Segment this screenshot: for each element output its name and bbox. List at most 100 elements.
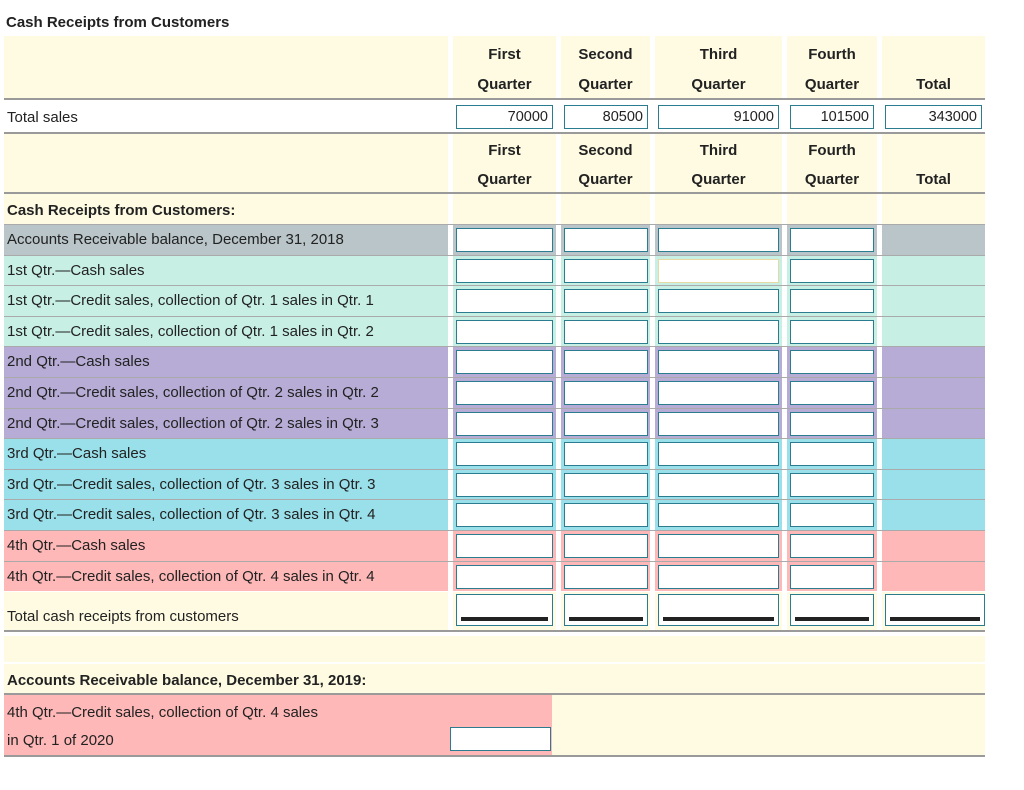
input-q3[interactable]	[658, 472, 779, 497]
input-q4[interactable]	[790, 381, 874, 405]
total-receipts-q4-input[interactable]	[790, 594, 874, 626]
row-label: 1st Qtr.—Cash sales	[7, 261, 145, 279]
input-q4[interactable]	[790, 564, 874, 589]
input-q1[interactable]	[456, 534, 553, 558]
input-q2[interactable]	[564, 319, 648, 344]
header-q4: Fourth Quarter	[804, 46, 860, 93]
input-q2[interactable]	[564, 228, 648, 252]
ar-2019-line2: in Qtr. 1 of 2020	[7, 732, 114, 749]
table-row: Accounts Receivable balance, December 31…	[4, 224, 985, 255]
table-row: 1st Qtr.—Cash sales	[4, 254, 985, 286]
input-q2[interactable]	[564, 258, 648, 283]
total-sales-q3: 91000	[658, 105, 779, 129]
input-q4[interactable]	[790, 289, 874, 314]
row-label: 3rd Qtr.—Cash sales	[7, 445, 147, 463]
input-q1[interactable]	[456, 350, 553, 375]
ar-2019-heading-row: Accounts Receivable balance, December 31…	[4, 664, 985, 694]
total-receipts-label: Total cash receipts from customers	[7, 608, 239, 625]
row-label: 3rd Qtr.—Credit sales, collection of Qtr…	[7, 475, 376, 493]
section-row: Cash Receipts from Customers:	[4, 194, 985, 224]
header-q2: Second Quarter	[578, 46, 633, 93]
section-label: Cash Receipts from Customers:	[7, 202, 236, 219]
header-q3-2: Third Quarter	[691, 142, 746, 188]
input-q3[interactable]	[658, 289, 779, 314]
total-receipts-total-input[interactable]	[885, 594, 985, 626]
input-q4[interactable]	[790, 411, 874, 436]
row-label: 4th Qtr.—Credit sales, collection of Qtr…	[7, 567, 375, 585]
row-label: 4th Qtr.—Cash sales	[7, 537, 146, 554]
input-q2[interactable]	[564, 564, 648, 589]
total-receipts-q2-input[interactable]	[564, 594, 648, 626]
input-q1[interactable]	[456, 411, 553, 436]
input-q1[interactable]	[456, 381, 553, 405]
table-row: 2nd Qtr.—Cash sales	[4, 346, 985, 377]
total-receipts-q3-input[interactable]	[658, 594, 779, 626]
page-title: Cash Receipts from Customers	[6, 14, 230, 31]
total-sales-row: Total sales 70000 80500 91000 101500 343…	[4, 102, 985, 132]
row-label: 1st Qtr.—Credit sales, collection of Qtr…	[7, 292, 374, 310]
total-sales-label: Total sales	[7, 109, 78, 126]
total-receipts-q1-input[interactable]	[456, 594, 553, 626]
header-q1: First Quarter	[477, 46, 532, 93]
table-row: 2nd Qtr.—Credit sales, collection of Qtr…	[4, 377, 985, 408]
input-q3[interactable]	[658, 442, 779, 467]
row-label: 2nd Qtr.—Credit sales, collection of Qtr…	[7, 384, 379, 401]
input-q1[interactable]	[456, 319, 553, 344]
header-q3: Third Quarter	[691, 46, 746, 93]
input-q1[interactable]	[456, 442, 553, 467]
input-q4[interactable]	[790, 534, 874, 558]
input-q2[interactable]	[564, 289, 648, 314]
table-row: 4th Qtr.—Cash sales	[4, 530, 985, 561]
row-label: 2nd Qtr.—Cash sales	[7, 353, 150, 371]
input-q2[interactable]	[564, 472, 648, 497]
input-q3[interactable]	[658, 411, 779, 436]
total-sales-q2: 80500	[564, 105, 648, 129]
table-row: 1st Qtr.—Credit sales, collection of Qtr…	[4, 285, 985, 316]
input-q4[interactable]	[790, 258, 874, 283]
header-row-2: First Quarter Second Quarter Third Quart…	[4, 134, 985, 192]
row-label: Accounts Receivable balance, December 31…	[7, 231, 344, 248]
input-q2[interactable]	[564, 442, 648, 467]
input-q4[interactable]	[790, 228, 874, 252]
header-total: Total	[916, 76, 951, 93]
input-q4[interactable]	[790, 503, 874, 528]
row-label: 3rd Qtr.—Credit sales, collection of Qtr…	[7, 506, 376, 524]
input-q1[interactable]	[456, 503, 553, 528]
input-q3[interactable]	[658, 381, 779, 405]
header-q1-2: First Quarter	[477, 142, 532, 188]
table-row: 1st Qtr.—Credit sales, collection of Qtr…	[4, 315, 985, 347]
input-q2[interactable]	[564, 350, 648, 375]
table-row: 3rd Qtr.—Cash sales	[4, 438, 985, 469]
input-q1[interactable]	[456, 228, 553, 252]
input-q3[interactable]	[658, 228, 779, 252]
input-q3[interactable]	[658, 258, 779, 283]
input-q2[interactable]	[564, 534, 648, 558]
header-q2-2: Second Quarter	[578, 142, 633, 188]
input-q2[interactable]	[564, 381, 648, 405]
total-receipts-row: Total cash receipts from customers	[4, 592, 985, 630]
input-q4[interactable]	[790, 350, 874, 375]
input-q1[interactable]	[456, 472, 553, 497]
input-q1[interactable]	[456, 258, 553, 283]
input-q2[interactable]	[564, 503, 648, 528]
ar-2019-input[interactable]	[450, 727, 551, 751]
total-sales-q1: 70000	[456, 105, 553, 129]
input-q1[interactable]	[456, 564, 553, 589]
spacer-row	[4, 636, 985, 662]
table-row: 4th Qtr.—Credit sales, collection of Qtr…	[4, 560, 985, 592]
input-q1[interactable]	[456, 289, 553, 314]
input-q3[interactable]	[658, 319, 779, 344]
input-q4[interactable]	[790, 319, 874, 344]
input-q4[interactable]	[790, 442, 874, 467]
table-row: 3rd Qtr.—Credit sales, collection of Qtr…	[4, 499, 985, 530]
input-q2[interactable]	[564, 411, 648, 436]
input-q3[interactable]	[658, 534, 779, 558]
input-q4[interactable]	[790, 472, 874, 497]
total-sales-q4: 101500	[790, 105, 874, 129]
table-row: 2nd Qtr.—Credit sales, collection of Qtr…	[4, 407, 985, 439]
input-q3[interactable]	[658, 350, 779, 375]
ar-2019-line1: 4th Qtr.—Credit sales, collection of Qtr…	[7, 704, 318, 721]
input-q3[interactable]	[658, 503, 779, 528]
input-q3[interactable]	[658, 564, 779, 589]
header-q4-2: Fourth Quarter	[804, 142, 860, 188]
